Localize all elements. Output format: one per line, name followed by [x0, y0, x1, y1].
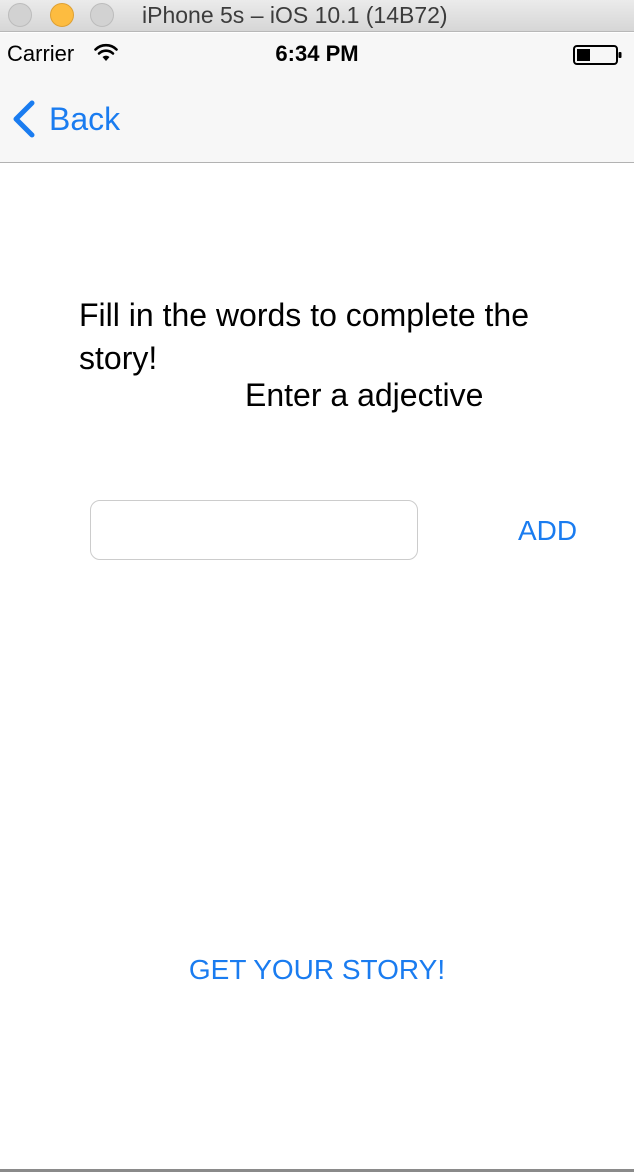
window-titlebar: iPhone 5s – iOS 10.1 (14B72) — [0, 0, 634, 32]
add-button[interactable]: ADD — [518, 511, 577, 551]
prompt-label: Enter a adjective — [245, 377, 484, 413]
get-story-button[interactable]: GET YOUR STORY! — [0, 948, 634, 992]
back-button[interactable]: Back — [8, 95, 138, 143]
word-input[interactable] — [90, 500, 418, 560]
zoom-icon[interactable] — [90, 3, 114, 27]
chevron-left-icon — [13, 100, 35, 138]
instructions-text: Fill in the words to complete the story! — [79, 297, 529, 376]
status-bar: Carrier 6:34 PM — [0, 33, 634, 73]
clock-label: 6:34 PM — [275, 41, 359, 66]
close-icon[interactable] — [8, 3, 32, 27]
window-title: iPhone 5s – iOS 10.1 (14B72) — [142, 2, 448, 28]
navigation-bar: Back — [0, 73, 634, 163]
back-label: Back — [49, 101, 121, 137]
battery-icon — [573, 45, 622, 65]
minimize-icon[interactable] — [50, 3, 74, 27]
